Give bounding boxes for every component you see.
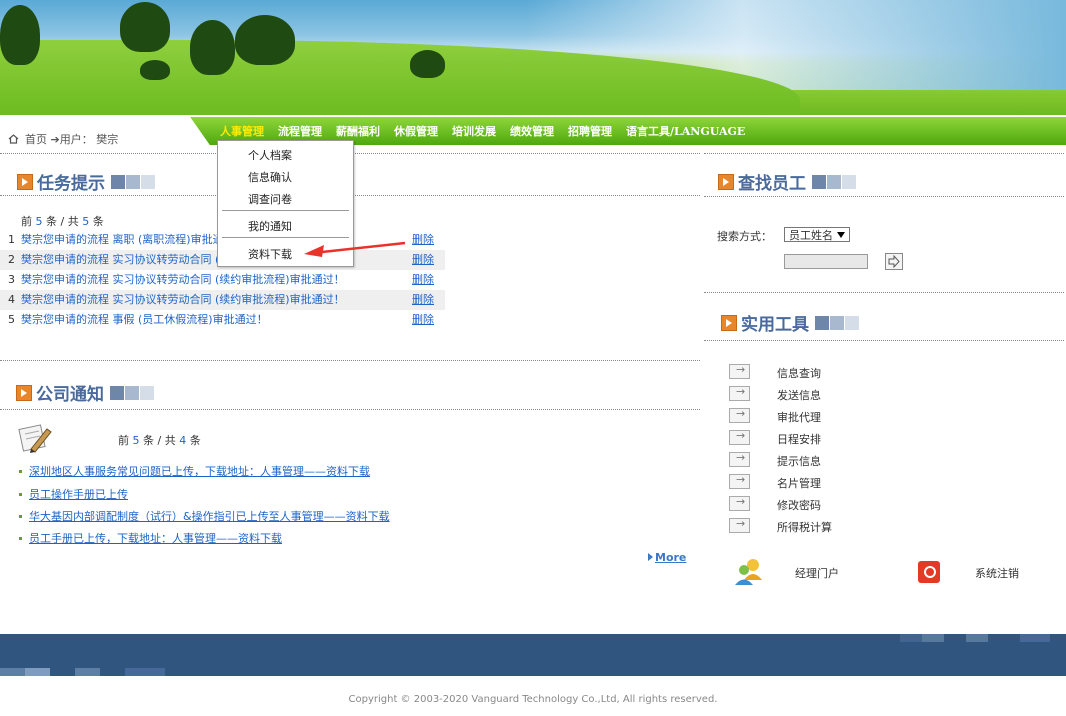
breadcrumb-username: 樊宗 <box>96 133 119 146</box>
notice-link[interactable]: 华大基因内部调配制度（试行）&操作指引已上传至人事管理——资料下载 <box>29 510 390 523</box>
logout-link[interactable]: 系统注销 <box>975 565 1019 581</box>
task-link[interactable]: 樊宗您申请的流程 离职 (离职流程)审批通 <box>21 230 224 250</box>
notice-link[interactable]: 员工操作手册已上传 <box>29 488 128 501</box>
task-row: 4 樊宗您申请的流程 实习协议转劳动合同 (续约审批流程)审批通过！ 删除 <box>0 290 445 310</box>
task-row: 3 樊宗您申请的流程 实习协议转劳动合同 (续约审批流程)审批通过！ 删除 <box>0 270 445 290</box>
search-title: 查找员工 <box>718 169 857 194</box>
arrow-right-icon <box>729 363 750 379</box>
arrow-right-icon <box>729 385 750 401</box>
notice-link[interactable]: 员工手册已上传，下载地址：人事管理——资料下载 <box>29 532 282 545</box>
header-banner <box>0 0 1066 115</box>
more-link[interactable]: More <box>648 551 686 564</box>
search-input[interactable] <box>784 254 868 269</box>
section-decoration <box>812 174 857 194</box>
tools-title: 实用工具 <box>721 310 860 335</box>
task-link[interactable]: 樊宗您申请的流程 事假 (员工休假流程)审批通过！ <box>21 310 268 330</box>
delete-link[interactable]: 删除 <box>412 290 434 310</box>
task-number: 4 <box>8 293 15 306</box>
delete-link[interactable]: 删除 <box>412 270 434 290</box>
copyright-text: Copyright © 2003-2020 Vanguard Technolog… <box>348 694 718 705</box>
nav-item-performance[interactable]: 绩效管理 <box>510 123 554 139</box>
divider <box>704 153 1064 154</box>
search-method-select[interactable]: 员工姓名 <box>784 227 850 242</box>
nav-item-workflow[interactable]: 流程管理 <box>278 123 322 139</box>
delete-link[interactable]: 删除 <box>412 230 434 250</box>
task-number: 2 <box>8 253 15 266</box>
task-row: 5 樊宗您申请的流程 事假 (员工休假流程)审批通过！ 删除 <box>0 310 445 330</box>
divider <box>0 409 700 410</box>
task-number: 5 <box>8 313 15 326</box>
nav-item-leave[interactable]: 休假管理 <box>394 123 438 139</box>
task-link[interactable]: 樊宗您申请的流程 实习协议转劳动合同 (续约审批流程)审批通过！ <box>21 270 345 290</box>
chevron-down-icon <box>837 232 845 238</box>
section-arrow-icon <box>16 385 32 401</box>
notice-item: 员工操作手册已上传 <box>19 486 128 502</box>
section-decoration <box>110 385 155 405</box>
arrow-icon: ➔ <box>50 133 60 146</box>
nav-item-hr[interactable]: 人事管理 <box>220 123 264 139</box>
breadcrumb-user-label: 用户： <box>59 133 93 146</box>
delete-link[interactable]: 删除 <box>412 310 434 330</box>
menu-item-downloads[interactable]: 资料下载 <box>248 246 292 262</box>
home-icon[interactable] <box>8 134 19 144</box>
arrow-right-icon <box>729 429 750 445</box>
notepad-pencil-icon <box>18 424 52 453</box>
arrow-right-icon <box>888 254 900 269</box>
notices-title: 公司通知 <box>16 380 155 405</box>
divider <box>0 360 700 361</box>
nav-item-payroll[interactable]: 薪酬福利 <box>336 123 380 139</box>
red-arrow-annotation <box>304 241 406 257</box>
task-number: 3 <box>8 273 15 286</box>
arrow-right-icon <box>729 495 750 511</box>
section-arrow-icon <box>17 174 33 190</box>
banner-tree <box>140 60 170 80</box>
divider <box>704 340 1064 341</box>
notice-item: 华大基因内部调配制度（试行）&操作指引已上传至人事管理——资料下载 <box>19 508 390 524</box>
section-decoration <box>815 315 860 335</box>
power-icon[interactable] <box>918 561 940 583</box>
task-link[interactable]: 樊宗您申请的流程 实习协议转劳动合同 (续约审批流程)审批通过！ <box>21 290 345 310</box>
banner-tree <box>410 50 445 78</box>
nav-item-language[interactable]: 语言工具/LANGUAGE <box>626 123 745 139</box>
arrow-right-icon <box>729 517 750 533</box>
section-decoration <box>111 174 156 194</box>
divider <box>704 196 1064 197</box>
nav-item-recruitment[interactable]: 招聘管理 <box>568 123 612 139</box>
main-nav: 人事管理 流程管理 薪酬福利 休假管理 培训发展 绩效管理 招聘管理 语言工具/LANGUAG… <box>220 123 759 139</box>
banner-tree <box>235 15 295 65</box>
notice-count: 前 5 条 / 共 4 条 <box>118 434 201 447</box>
delete-link[interactable]: 删除 <box>412 250 434 270</box>
menu-divider <box>222 237 349 238</box>
footer-band <box>0 634 1066 676</box>
manager-portal-link[interactable]: 经理门户 <box>795 565 839 581</box>
breadcrumb-home[interactable]: 首页 <box>25 133 47 146</box>
arrow-right-icon <box>729 451 750 467</box>
menu-item-profile[interactable]: 个人档案 <box>248 147 292 163</box>
menu-divider <box>222 210 349 211</box>
menu-item-survey[interactable]: 调查问卷 <box>248 191 292 207</box>
notice-link[interactable]: 深圳地区人事服务常见问题已上传，下载地址：人事管理——资料下载 <box>29 465 370 478</box>
banner-tree <box>190 20 235 75</box>
search-go-button[interactable] <box>885 253 903 270</box>
task-count: 前 5 条 / 共 5 条 <box>21 215 104 228</box>
menu-item-my-notices[interactable]: 我的通知 <box>248 218 292 234</box>
banner-tree <box>0 5 40 65</box>
task-link[interactable]: 樊宗您申请的流程 实习协议转劳动合同 (绩 <box>21 250 230 270</box>
arrow-right-icon <box>729 407 750 423</box>
manager-portal-icon[interactable] <box>733 556 765 588</box>
arrow-right-icon <box>729 473 750 489</box>
search-method-label: 搜索方式： <box>717 230 772 243</box>
breadcrumb: 首页 ➔用户： 樊宗 <box>8 131 118 147</box>
tasks-title: 任务提示 <box>17 169 156 194</box>
nav-item-training[interactable]: 培训发展 <box>452 123 496 139</box>
banner-tree <box>120 2 170 52</box>
section-arrow-icon <box>721 315 737 331</box>
notice-item: 深圳地区人事服务常见问题已上传，下载地址：人事管理——资料下载 <box>19 463 370 479</box>
menu-item-info-confirm[interactable]: 信息确认 <box>248 169 292 185</box>
notice-item: 员工手册已上传，下载地址：人事管理——资料下载 <box>19 530 282 546</box>
section-arrow-icon <box>718 174 734 190</box>
task-number: 1 <box>8 233 15 246</box>
divider <box>704 292 1064 293</box>
